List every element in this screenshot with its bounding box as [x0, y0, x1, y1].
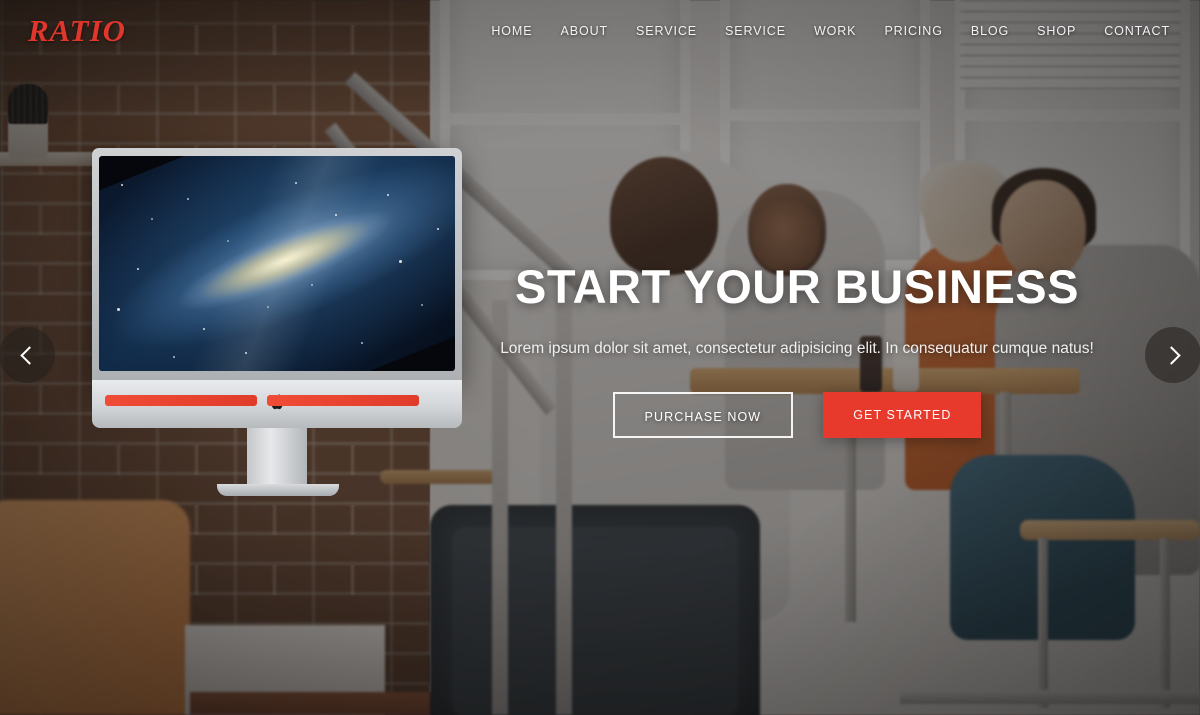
main-navigation: HOME ABOUT SERVICE SERVICE WORK PRICING …	[491, 24, 1170, 38]
imac-stand-base	[217, 484, 339, 496]
chevron-left-icon	[19, 345, 39, 365]
site-header: RATIO HOME ABOUT SERVICE SERVICE WORK PR…	[0, 0, 1200, 62]
nav-item-shop[interactable]: SHOP	[1037, 24, 1076, 38]
get-started-button[interactable]: GET STARTED	[823, 391, 982, 438]
carousel-next-button[interactable]	[1145, 327, 1200, 383]
nav-item-pricing[interactable]: PRICING	[884, 24, 942, 38]
purchase-now-button[interactable]: PURCHASE NOW	[612, 391, 794, 438]
hero-heading: START YOUR BUSINESS	[515, 260, 1079, 313]
nav-item-home[interactable]: HOME	[491, 24, 532, 38]
nav-item-work[interactable]: WORK	[814, 24, 857, 38]
imac-bezel	[92, 148, 462, 380]
nav-item-blog[interactable]: BLOG	[971, 24, 1009, 38]
hero-content: START YOUR BUSINESS Lorem ipsum dolor si…	[492, 260, 1102, 438]
chevron-right-icon	[1161, 345, 1181, 365]
hero-slider: RATIO HOME ABOUT SERVICE SERVICE WORK PR…	[0, 0, 1200, 715]
nav-item-about[interactable]: ABOUT	[560, 24, 608, 38]
nav-item-service-1[interactable]: SERVICE	[636, 24, 697, 38]
carousel-prev-button[interactable]	[0, 327, 55, 383]
imac-screen	[99, 156, 455, 371]
red-accent-band-left	[105, 395, 257, 406]
red-accent-band-right	[267, 395, 419, 406]
hero-subheading: Lorem ipsum dolor sit amet, consectetur …	[500, 339, 1094, 357]
hero-cta-group: PURCHASE NOW GET STARTED	[492, 391, 1102, 438]
nav-item-service-2[interactable]: SERVICE	[725, 24, 786, 38]
imac-stand-neck	[247, 428, 307, 490]
site-logo[interactable]: RATIO	[28, 13, 126, 49]
screen-glare	[99, 156, 455, 371]
nav-item-contact[interactable]: CONTACT	[1104, 24, 1170, 38]
